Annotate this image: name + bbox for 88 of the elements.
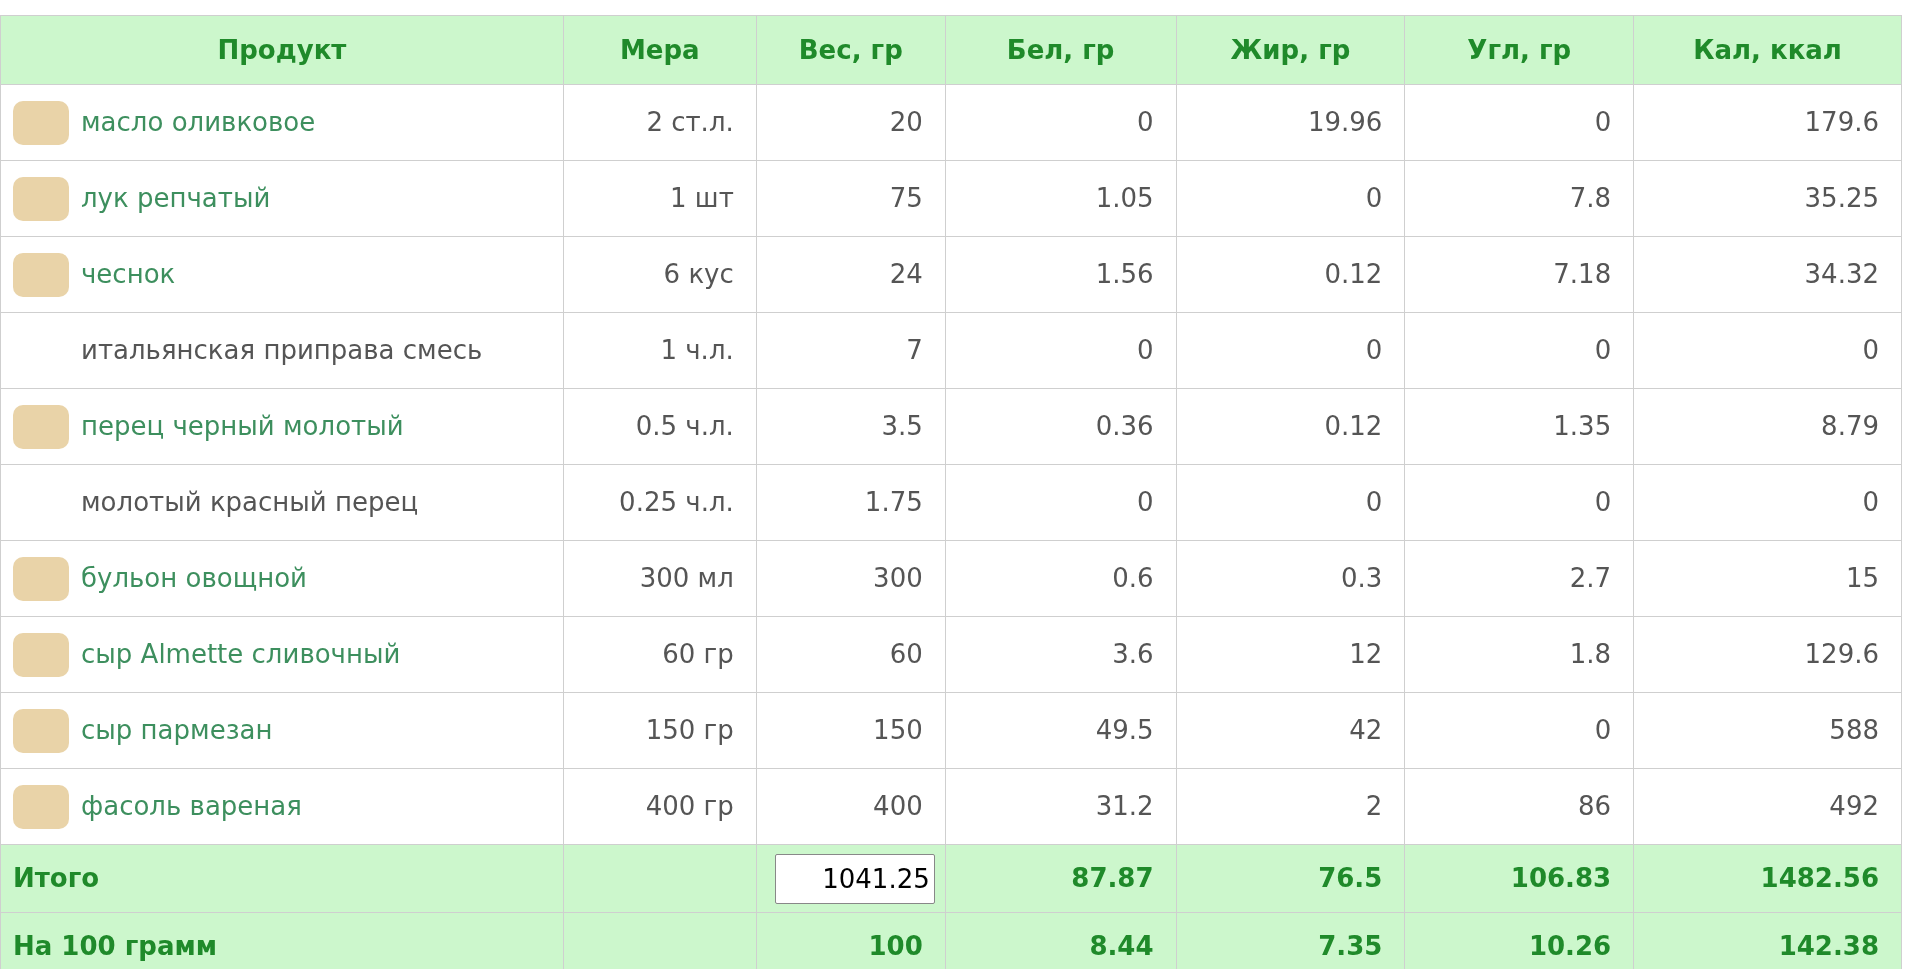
table-cell: 24: [756, 236, 946, 313]
total-cell: 106.83: [1404, 844, 1634, 913]
table-cell: 7.18: [1404, 236, 1634, 313]
table-cell: 0: [945, 312, 1177, 389]
table-cell: 1 шт: [563, 160, 757, 237]
table-cell: 15: [1633, 540, 1902, 617]
product-link[interactable]: лук репчатый: [81, 179, 271, 218]
table-cell: 400: [756, 768, 946, 845]
table-cell: 34.32: [1633, 236, 1902, 313]
table-cell: 0.25 ч.л.: [563, 464, 757, 541]
table-cell: 300: [756, 540, 946, 617]
food-photo-placeholder: [13, 404, 69, 449]
table-cell: 0: [1633, 464, 1902, 541]
table-cell: 0: [1404, 312, 1634, 389]
table-cell: 0: [1404, 84, 1634, 161]
food-photo-placeholder: [13, 176, 69, 221]
table-cell: 35.25: [1633, 160, 1902, 237]
product-name: итальянская приправа смесь: [81, 334, 483, 367]
table-cell: 0: [945, 464, 1177, 541]
total-cell: 76.5: [1176, 844, 1405, 913]
table-cell: 7: [756, 312, 946, 389]
table-cell: 129.6: [1633, 616, 1902, 693]
table-cell: 42: [1176, 692, 1405, 769]
table-cell: 0: [1176, 312, 1405, 389]
table-cell: 1 ч.л.: [563, 312, 757, 389]
table-cell: 1.56: [945, 236, 1177, 313]
table-cell: 0.6: [945, 540, 1177, 617]
column-header: Угл, гр: [1404, 15, 1634, 85]
table-cell: 2: [1176, 768, 1405, 845]
column-header: Мера: [563, 15, 757, 85]
food-photo-placeholder: [13, 708, 69, 753]
table-cell: 179.6: [1633, 84, 1902, 161]
table-cell: 60: [756, 616, 946, 693]
table-cell: 1.75: [756, 464, 946, 541]
table-cell: 0.3: [1176, 540, 1405, 617]
food-photo-placeholder: [13, 784, 69, 829]
total-cell: 1482.56: [1633, 844, 1902, 913]
table-cell: 3.5: [756, 388, 946, 465]
column-header: Жир, гр: [1176, 15, 1405, 85]
table-cell: 86: [1404, 768, 1634, 845]
table-cell: 49.5: [945, 692, 1177, 769]
table-cell: 1.05: [945, 160, 1177, 237]
column-header: Вес, гр: [756, 15, 946, 85]
table-cell: 20: [756, 84, 946, 161]
table-cell: 1.8: [1404, 616, 1634, 693]
column-header: Продукт: [0, 15, 564, 85]
table-cell: 6 кус: [563, 236, 757, 313]
food-photo-placeholder: [13, 100, 69, 145]
table-cell: 492: [1633, 768, 1902, 845]
table-cell: 400 гр: [563, 768, 757, 845]
total-cell: 87.87: [945, 844, 1177, 913]
table-cell: 0: [1404, 692, 1634, 769]
column-header: Кал, ккал: [1633, 15, 1902, 85]
table-cell: 60 гр: [563, 616, 757, 693]
table-cell: 31.2: [945, 768, 1177, 845]
product-name: молотый красный перец: [81, 486, 419, 519]
table-cell: 2 ст.л.: [563, 84, 757, 161]
total-label: На 100 грамм: [0, 912, 564, 969]
food-photo-placeholder: [13, 632, 69, 677]
table-cell: 150 гр: [563, 692, 757, 769]
table-cell: 0: [1176, 160, 1405, 237]
product-link[interactable]: сыр пармезан: [81, 711, 273, 750]
table-cell: 75: [756, 160, 946, 237]
product-link[interactable]: фасоль вареная: [81, 787, 302, 826]
product-link[interactable]: чеснок: [81, 255, 176, 294]
table-cell: 19.96: [1176, 84, 1405, 161]
table-cell: 588: [1633, 692, 1902, 769]
table-cell: 0: [1633, 312, 1902, 389]
table-cell: 0: [1404, 464, 1634, 541]
food-photo-placeholder: [13, 252, 69, 297]
table-cell: 2.7: [1404, 540, 1634, 617]
total-label: Итого: [0, 844, 564, 913]
table-cell: 3.6: [945, 616, 1177, 693]
table-cell: 0: [1176, 464, 1405, 541]
table-cell: 0.36: [945, 388, 1177, 465]
table-cell: 300 мл: [563, 540, 757, 617]
column-header: Бел, гр: [945, 15, 1177, 85]
table-cell: 150: [756, 692, 946, 769]
food-photo-placeholder: [13, 556, 69, 601]
table-cell: 0: [945, 84, 1177, 161]
table-cell: 12: [1176, 616, 1405, 693]
weight-input[interactable]: 1041.25: [774, 853, 935, 904]
table-cell: 1.35: [1404, 388, 1634, 465]
table-cell: 0.12: [1176, 236, 1405, 313]
table-cell: 8.79: [1633, 388, 1902, 465]
table-cell: 0.5 ч.л.: [563, 388, 757, 465]
table-cell: 0.12: [1176, 388, 1405, 465]
table-cell: 7.8: [1404, 160, 1634, 237]
